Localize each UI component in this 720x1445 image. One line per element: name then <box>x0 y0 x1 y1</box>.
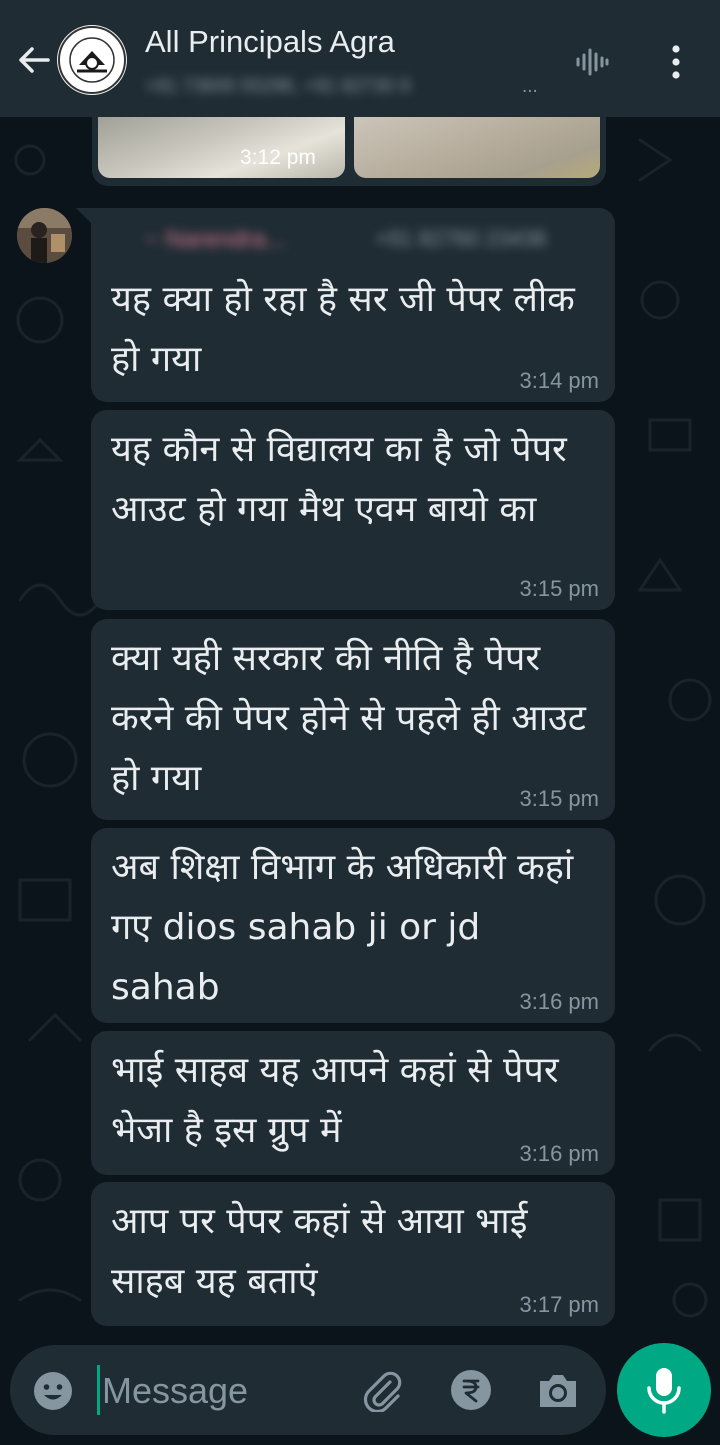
group-avatar[interactable] <box>57 25 127 95</box>
message-bubble[interactable]: भाई साहब यह आपने कहां से पेपर भेजा है इस… <box>91 1031 615 1175</box>
message-time: 3:16 pm <box>519 989 600 1014</box>
emblem-icon <box>58 26 126 94</box>
message-input[interactable] <box>100 1359 354 1423</box>
message-bubble[interactable]: अब शिक्षा विभाग के अधिकारी कहां गए dios … <box>91 828 615 1023</box>
message-text: यह कौन से विद्यालय का है जो पेपर आउट हो … <box>111 429 567 530</box>
audio-wave-icon[interactable] <box>574 44 610 80</box>
arrow-left-icon[interactable] <box>14 40 54 80</box>
message-time: 3:15 pm <box>519 786 600 811</box>
message-time: 3:15 pm <box>519 576 600 601</box>
chat-header: All Principals Agra +91 73600 55296, +91… <box>0 0 720 117</box>
message-composer <box>10 1345 606 1435</box>
chat-title[interactable]: All Principals Agra <box>145 24 395 60</box>
microphone-icon <box>647 1368 681 1414</box>
paperclip-icon[interactable] <box>360 1368 404 1412</box>
rupee-icon[interactable] <box>450 1369 492 1411</box>
members-ellipsis: ... <box>522 76 538 97</box>
message-time: 3:16 pm <box>519 1141 600 1166</box>
message-time: 3:14 pm <box>519 368 600 393</box>
sender-avatar[interactable] <box>17 208 72 263</box>
more-vertical-icon[interactable] <box>664 42 688 82</box>
message-text: क्या यही सरकार की नीति है पेपर करने की प… <box>111 638 586 799</box>
sender-name[interactable]: ~ Narendra... <box>145 226 286 254</box>
camera-icon[interactable] <box>536 1369 580 1411</box>
emoji-icon[interactable] <box>32 1370 74 1412</box>
image-message-time: 3:12 pm <box>240 146 316 169</box>
message-bubble[interactable]: क्या यही सरकार की नीति है पेपर करने की प… <box>91 619 615 820</box>
message-bubble[interactable]: यह कौन से विद्यालय का है जो पेपर आउट हो … <box>91 410 615 610</box>
message-time: 3:17 pm <box>519 1292 600 1317</box>
mic-button[interactable] <box>617 1343 711 1437</box>
sender-phone: +91 82760 23436 <box>375 226 547 251</box>
group-members[interactable]: +91 73600 55296, +91 82730 9 <box>145 76 410 98</box>
message-bubble[interactable]: आप पर पेपर कहां से आया भाई साहब यह बताएं… <box>91 1182 615 1326</box>
